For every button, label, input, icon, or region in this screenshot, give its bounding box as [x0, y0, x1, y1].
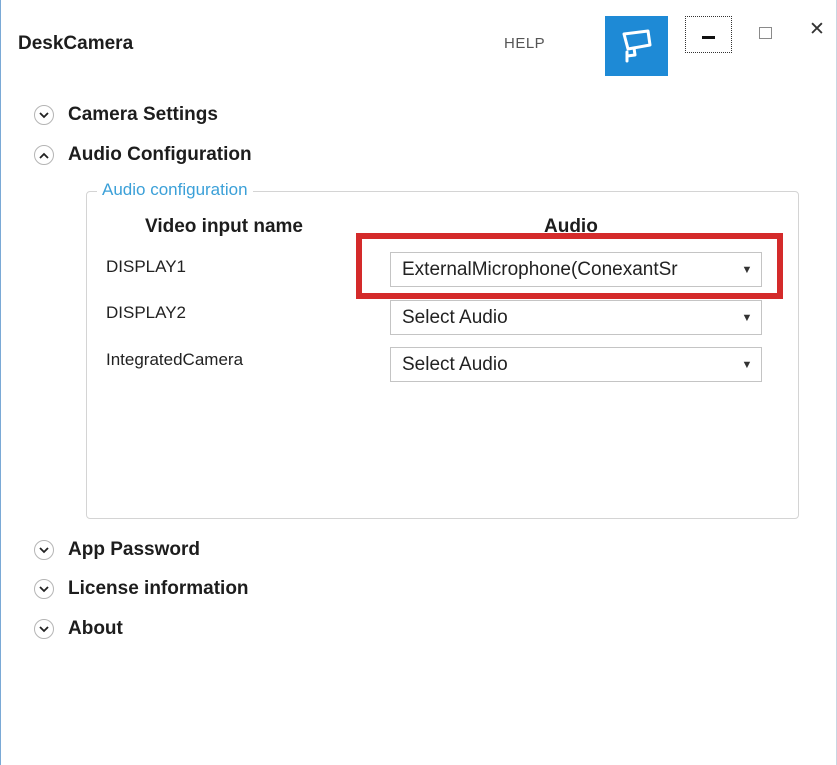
section-camera-settings[interactable]: Camera Settings — [34, 104, 218, 126]
section-app-password[interactable]: App Password — [34, 539, 200, 561]
chevron-down-icon — [34, 540, 54, 560]
section-label: Audio Configuration — [68, 144, 252, 165]
app-window: DeskCamera HELP ✕ Camera Settings Audio … — [0, 0, 837, 765]
audio-select-value: Select Audio — [402, 306, 508, 328]
video-input-name: IntegratedCamera — [106, 350, 244, 369]
chevron-down-icon — [34, 619, 54, 639]
column-header-audio: Audio — [544, 216, 598, 237]
dropdown-arrow-icon: ▼ — [741, 311, 753, 324]
video-input-name: DISPLAY2 — [106, 303, 187, 322]
chevron-down-icon — [34, 579, 54, 599]
section-license-information[interactable]: License information — [34, 578, 249, 600]
help-button[interactable]: HELP — [504, 35, 545, 52]
section-label: Camera Settings — [68, 104, 218, 125]
column-header-video-input: Video input name — [145, 216, 304, 237]
audio-select-value: Select Audio — [402, 353, 508, 375]
camera-icon — [622, 29, 651, 63]
section-about[interactable]: About — [34, 618, 123, 640]
section-audio-configuration[interactable]: Audio Configuration — [34, 144, 252, 166]
minimize-icon — [702, 36, 715, 39]
dropdown-arrow-icon: ▼ — [741, 263, 753, 276]
camera-button[interactable] — [605, 16, 668, 76]
minimize-button[interactable] — [685, 16, 732, 53]
audio-select[interactable]: Select Audio ▼ — [390, 347, 762, 382]
chevron-up-icon — [34, 145, 54, 165]
section-label: App Password — [68, 539, 200, 560]
dropdown-arrow-icon: ▼ — [741, 358, 753, 371]
group-legend: Audio configuration — [97, 180, 253, 200]
app-title: DeskCamera — [18, 33, 134, 54]
chevron-down-icon — [34, 105, 54, 125]
maximize-icon[interactable] — [759, 27, 772, 39]
section-label: About — [68, 618, 123, 639]
audio-select-value: ExternalMicrophone(ConexantSr — [402, 258, 678, 280]
section-label: License information — [68, 578, 249, 599]
audio-select[interactable]: ExternalMicrophone(ConexantSr ▼ — [390, 252, 762, 287]
close-icon[interactable]: ✕ — [809, 20, 825, 39]
audio-select[interactable]: Select Audio ▼ — [390, 300, 762, 335]
video-input-name: DISPLAY1 — [106, 257, 187, 276]
